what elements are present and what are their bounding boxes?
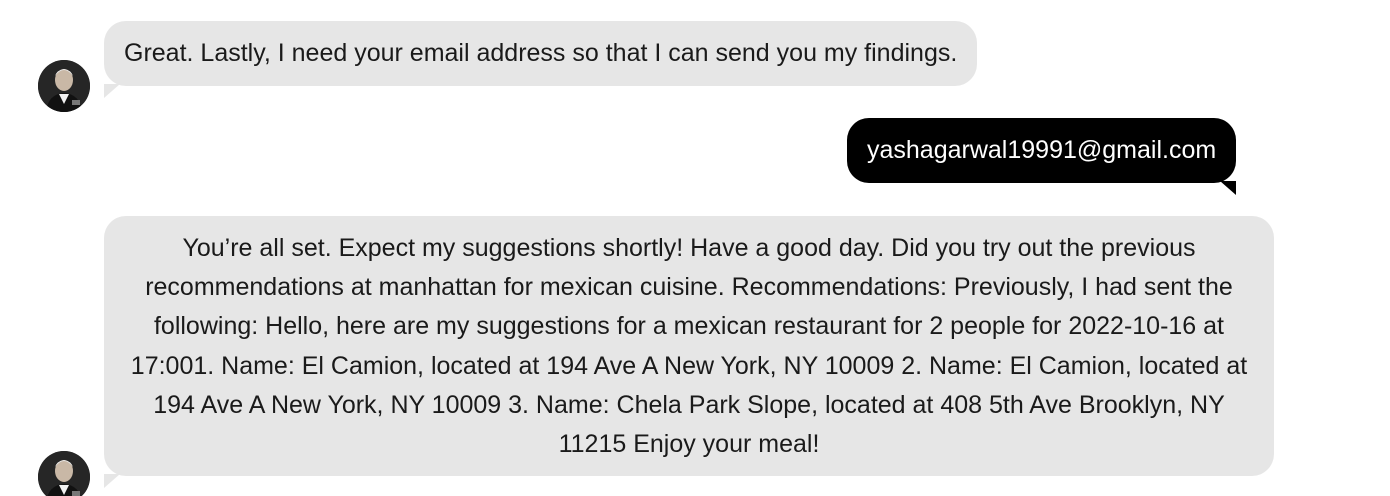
bot-message-text: Great. Lastly, I need your email address… xyxy=(124,39,958,67)
user-message-bubble: yashagarwal19991@gmail.com xyxy=(847,118,1237,195)
bot-message-text: You’re all set. Expect my suggestions sh… xyxy=(130,234,1248,459)
bot-message-bubble: You’re all set. Expect my suggestions sh… xyxy=(104,216,1274,488)
bot-avatar-icon xyxy=(38,60,90,112)
bot-message-bubble: Great. Lastly, I need your email address… xyxy=(104,21,978,98)
bot-avatar-icon xyxy=(38,451,90,496)
chat-window: Great. Lastly, I need your email address… xyxy=(0,0,1390,496)
user-message-text: yashagarwal19991@gmail.com xyxy=(867,136,1217,164)
